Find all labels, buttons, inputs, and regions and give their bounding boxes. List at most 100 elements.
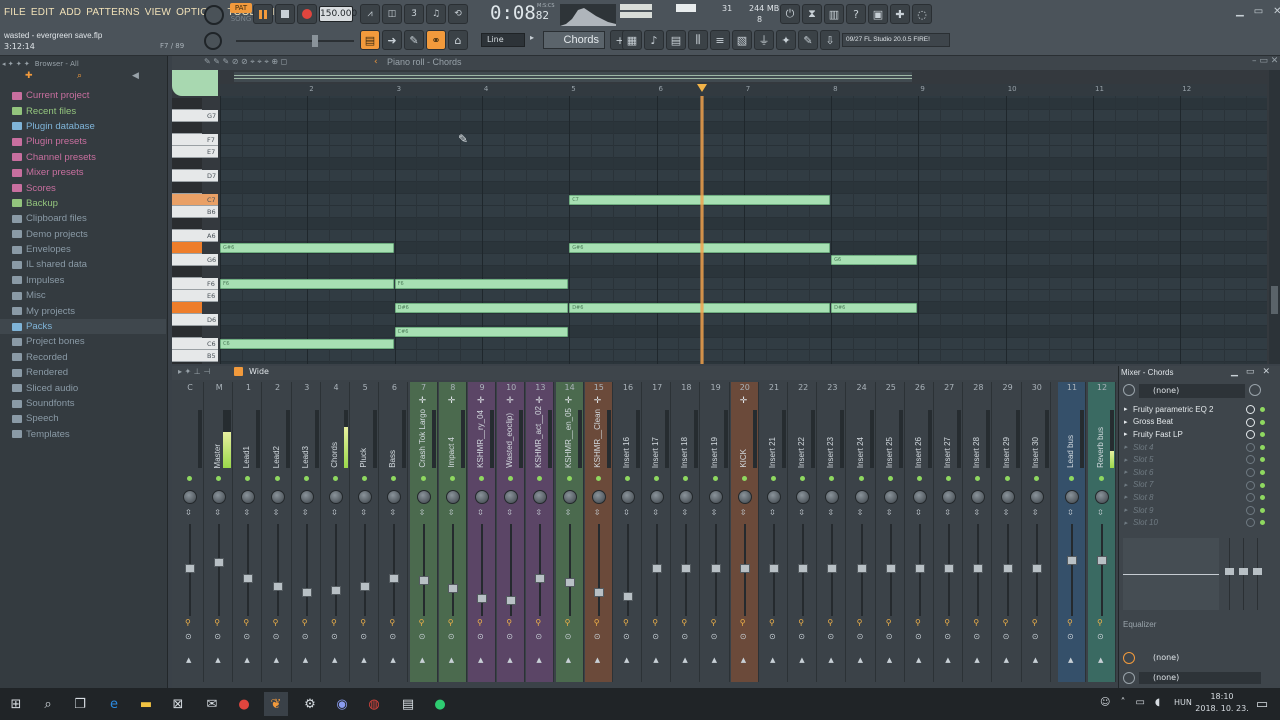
browser-item[interactable]: Soundfonts	[0, 396, 166, 411]
playhead-marker-icon[interactable]	[697, 84, 708, 92]
send-knob-icon[interactable]: ⊙	[652, 632, 659, 641]
route-icon[interactable]: ⚲	[185, 618, 191, 627]
stereo-icon[interactable]: ⇳	[302, 508, 309, 517]
piano-key[interactable]	[172, 98, 202, 110]
pause-button[interactable]	[253, 4, 273, 24]
mixer-track[interactable]: 29 Insert 29 ⇳ ⚲ ⊙ ▲	[993, 382, 1022, 682]
browser-item[interactable]: IL shared data	[0, 257, 166, 272]
mute-led[interactable]	[1069, 476, 1074, 481]
menu-patterns[interactable]: PATTERNS	[86, 7, 139, 18]
piano-key[interactable]	[172, 266, 202, 278]
volume-fader[interactable]	[1071, 524, 1073, 616]
effect-slot[interactable]: ▸ Slot 4	[1121, 441, 1267, 454]
fx-plus-icon[interactable]: ✛	[419, 396, 427, 406]
start-icon[interactable]: ⊞	[4, 692, 28, 716]
stereo-icon[interactable]: ⇳	[565, 508, 572, 517]
channel-rack-toggle-icon[interactable]: ▤	[666, 30, 686, 50]
route-icon[interactable]: ⚲	[1097, 618, 1103, 627]
route-icon[interactable]: ⚲	[1067, 618, 1073, 627]
send-knob-icon[interactable]: ⊙	[594, 632, 601, 641]
fader-handle[interactable]	[506, 596, 517, 605]
menu-view[interactable]: VIEW	[145, 7, 171, 18]
send-knob-icon[interactable]: ⊙	[302, 632, 309, 641]
pattern-selector[interactable]: Chords	[543, 31, 605, 49]
note[interactable]: D#6	[831, 303, 918, 313]
fader-handle[interactable]	[214, 558, 225, 567]
mixer-toggle-icon[interactable]: ⫼	[688, 30, 708, 50]
route-arrow-icon[interactable]: ▲	[420, 656, 425, 664]
route-arrow-icon[interactable]: ▲	[682, 656, 687, 664]
send-knob-icon[interactable]: ⊙	[1032, 632, 1039, 641]
route-icon[interactable]: ⚲	[798, 618, 804, 627]
send-knob-icon[interactable]: ⊙	[419, 632, 426, 641]
mute-led[interactable]	[303, 476, 309, 481]
mute-led[interactable]	[741, 476, 747, 481]
mute-led[interactable]	[829, 476, 835, 481]
note[interactable]: D#6	[394, 303, 569, 313]
route-arrow-icon[interactable]: ▲	[799, 656, 804, 664]
effect-slot[interactable]: ▸ Slot 6	[1121, 466, 1267, 479]
mute-led[interactable]	[595, 476, 601, 481]
route-icon[interactable]: ⚲	[419, 618, 425, 627]
route-icon[interactable]: ⚲	[477, 618, 483, 627]
stereo-icon[interactable]: ⇳	[477, 508, 484, 517]
route-arrow-icon[interactable]: ▲	[916, 656, 921, 664]
help-icon[interactable]: ?	[846, 4, 866, 24]
mail-icon[interactable]: ✉	[200, 692, 224, 716]
stereo-icon[interactable]: ⇳	[798, 508, 805, 517]
route-icon[interactable]: ⚲	[360, 618, 366, 627]
browser-menu-icon[interactable]: ◂ ✦ ✦ ✦	[2, 60, 30, 68]
mixer-track[interactable]: 20 KICK ⇳ ⚲ ⊙ ▲ ✛	[730, 382, 759, 682]
browser-item[interactable]: My projects	[0, 303, 166, 318]
mute-led[interactable]	[537, 476, 543, 481]
pan-knob[interactable]	[796, 490, 811, 504]
slot-enable-led[interactable]	[1260, 457, 1265, 463]
playhead[interactable]	[700, 96, 705, 364]
mixer-track[interactable]: 21 Insert 21 ⇳ ⚲ ⊙ ▲	[760, 382, 788, 682]
route-icon[interactable]: ⚲	[652, 618, 658, 627]
mixer-track[interactable]: 2 Lead2 ⇳ ⚲ ⊙ ▲	[263, 382, 292, 682]
fx-plus-icon[interactable]: ✛	[565, 396, 573, 406]
stereo-icon[interactable]: ⇳	[886, 508, 893, 517]
fader-handle[interactable]	[243, 574, 254, 583]
piano-roll-menu-icon[interactable]: ▤	[360, 30, 380, 50]
stamp-icon[interactable]: ⌂	[448, 30, 468, 50]
fx-plus-icon[interactable]: ✛	[477, 396, 485, 406]
effect-slot[interactable]: ▸ Slot 5	[1121, 453, 1267, 466]
send-knob-icon[interactable]: ⊙	[565, 632, 572, 641]
route-icon[interactable]: ⚲	[535, 618, 541, 627]
record-button[interactable]	[297, 4, 317, 24]
note[interactable]: G#6	[220, 243, 394, 253]
stereo-icon[interactable]: ⇳	[331, 508, 338, 517]
volume-fader[interactable]	[364, 524, 367, 616]
browser-item[interactable]: Templates	[0, 427, 166, 442]
pan-knob[interactable]	[1095, 490, 1109, 504]
stereo-icon[interactable]: ⇳	[243, 508, 250, 517]
pan-knob[interactable]	[270, 490, 285, 504]
mixer-track[interactable]: 5 Pluck ⇳ ⚲ ⊙ ▲	[351, 382, 380, 682]
effect-slot[interactable]: ▸ Slot 8	[1121, 491, 1267, 504]
mixer-max-icon[interactable]: ▭	[1246, 367, 1255, 377]
menu-add[interactable]: ADD	[60, 7, 82, 18]
send-knob-icon[interactable]: ⊙	[185, 632, 192, 641]
mixer-track[interactable]: 22 Insert 22 ⇳ ⚲ ⊙ ▲	[789, 382, 818, 682]
people-icon[interactable]: ☺	[1100, 697, 1110, 708]
send-knob-icon[interactable]: ⊙	[448, 632, 455, 641]
stereo-icon[interactable]: ⇳	[273, 508, 280, 517]
timeline-ruler[interactable]: 2 3 4 5 6 7 8 9 10 11 12	[220, 84, 1267, 96]
countdown-icon[interactable]: 3̄	[404, 4, 424, 24]
mixer-track[interactable]: M Master ⇳ ⚲ ⊙ ▲	[205, 382, 234, 682]
song-mode-button[interactable]: SONG	[230, 14, 252, 24]
send-knob-icon[interactable]: ⊙	[973, 632, 980, 641]
slot-mix-knob[interactable]	[1246, 493, 1255, 503]
fader-handle[interactable]	[477, 594, 487, 603]
spotify-icon[interactable]: ●	[428, 692, 452, 716]
mixer-track[interactable]: 14 KSHMR__en_05 ⇳ ⚲ ⊙ ▲ ✛	[555, 382, 584, 682]
stereo-icon[interactable]: ⇳	[623, 508, 630, 517]
pr-close-icon[interactable]: ✕	[1271, 56, 1279, 66]
route-arrow-icon[interactable]: ▲	[215, 656, 220, 664]
settings-icon[interactable]: ⚙	[298, 692, 322, 716]
mixer-track[interactable]: 28 Insert 28 ⇳ ⚲ ⊙ ▲	[964, 382, 993, 682]
browser-item[interactable]: Recent files	[0, 103, 166, 118]
mixer-track[interactable]: C ⇳ ⚲ ⊙ ▲	[176, 382, 204, 682]
